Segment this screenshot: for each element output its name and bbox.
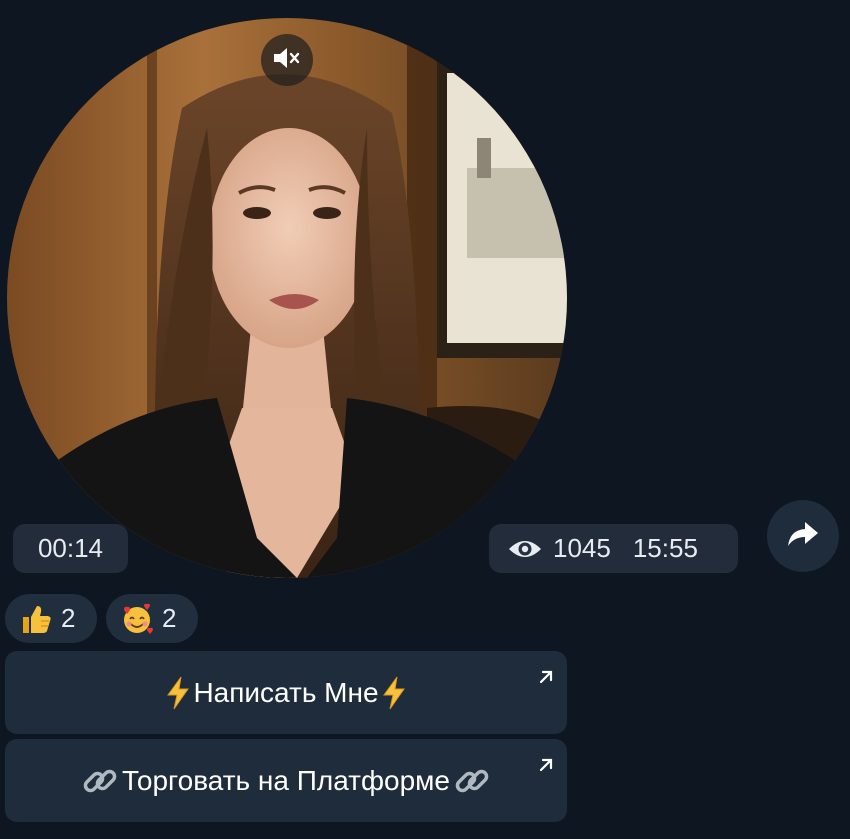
speaker-muted-icon <box>272 45 302 76</box>
external-link-arrow-icon <box>537 661 555 693</box>
forward-arrow-icon <box>786 520 820 553</box>
round-video-message[interactable] <box>7 18 567 578</box>
unmute-button[interactable] <box>261 34 313 86</box>
smiling-face-with-hearts-icon <box>120 602 154 636</box>
video-duration-badge: 00:14 <box>13 524 128 573</box>
lightning-icon <box>165 676 191 710</box>
inline-button-label: Торговать на Платформе <box>121 764 450 796</box>
video-frame-image <box>7 18 567 578</box>
reaction-thumbs-up[interactable]: 2 <box>5 594 97 643</box>
view-count: 1045 <box>553 533 611 563</box>
reaction-smiling-face-with-hearts[interactable]: 2 <box>106 594 198 643</box>
reaction-count: 2 <box>162 603 177 633</box>
eye-icon <box>507 537 543 561</box>
message-time: 15:55 <box>632 533 698 563</box>
message-meta-badge: 1045 15:55 <box>489 524 738 573</box>
forward-button[interactable] <box>767 500 839 572</box>
reaction-count: 2 <box>61 603 76 633</box>
lightning-icon <box>381 676 407 710</box>
link-icon <box>452 761 492 801</box>
external-link-arrow-icon <box>537 749 555 781</box>
link-icon <box>80 761 120 801</box>
inline-button-label: Написать Мне <box>193 676 379 708</box>
chat-view: 00:14 1045 15:55 2 2 Написать Мне Торгов… <box>0 0 850 839</box>
video-duration: 00:14 <box>37 533 104 563</box>
thumbs-up-icon <box>19 602 53 636</box>
inline-button-trade-on-platform[interactable]: Торговать на Платформе <box>5 739 567 822</box>
inline-button-write-me[interactable]: Написать Мне <box>5 651 567 734</box>
